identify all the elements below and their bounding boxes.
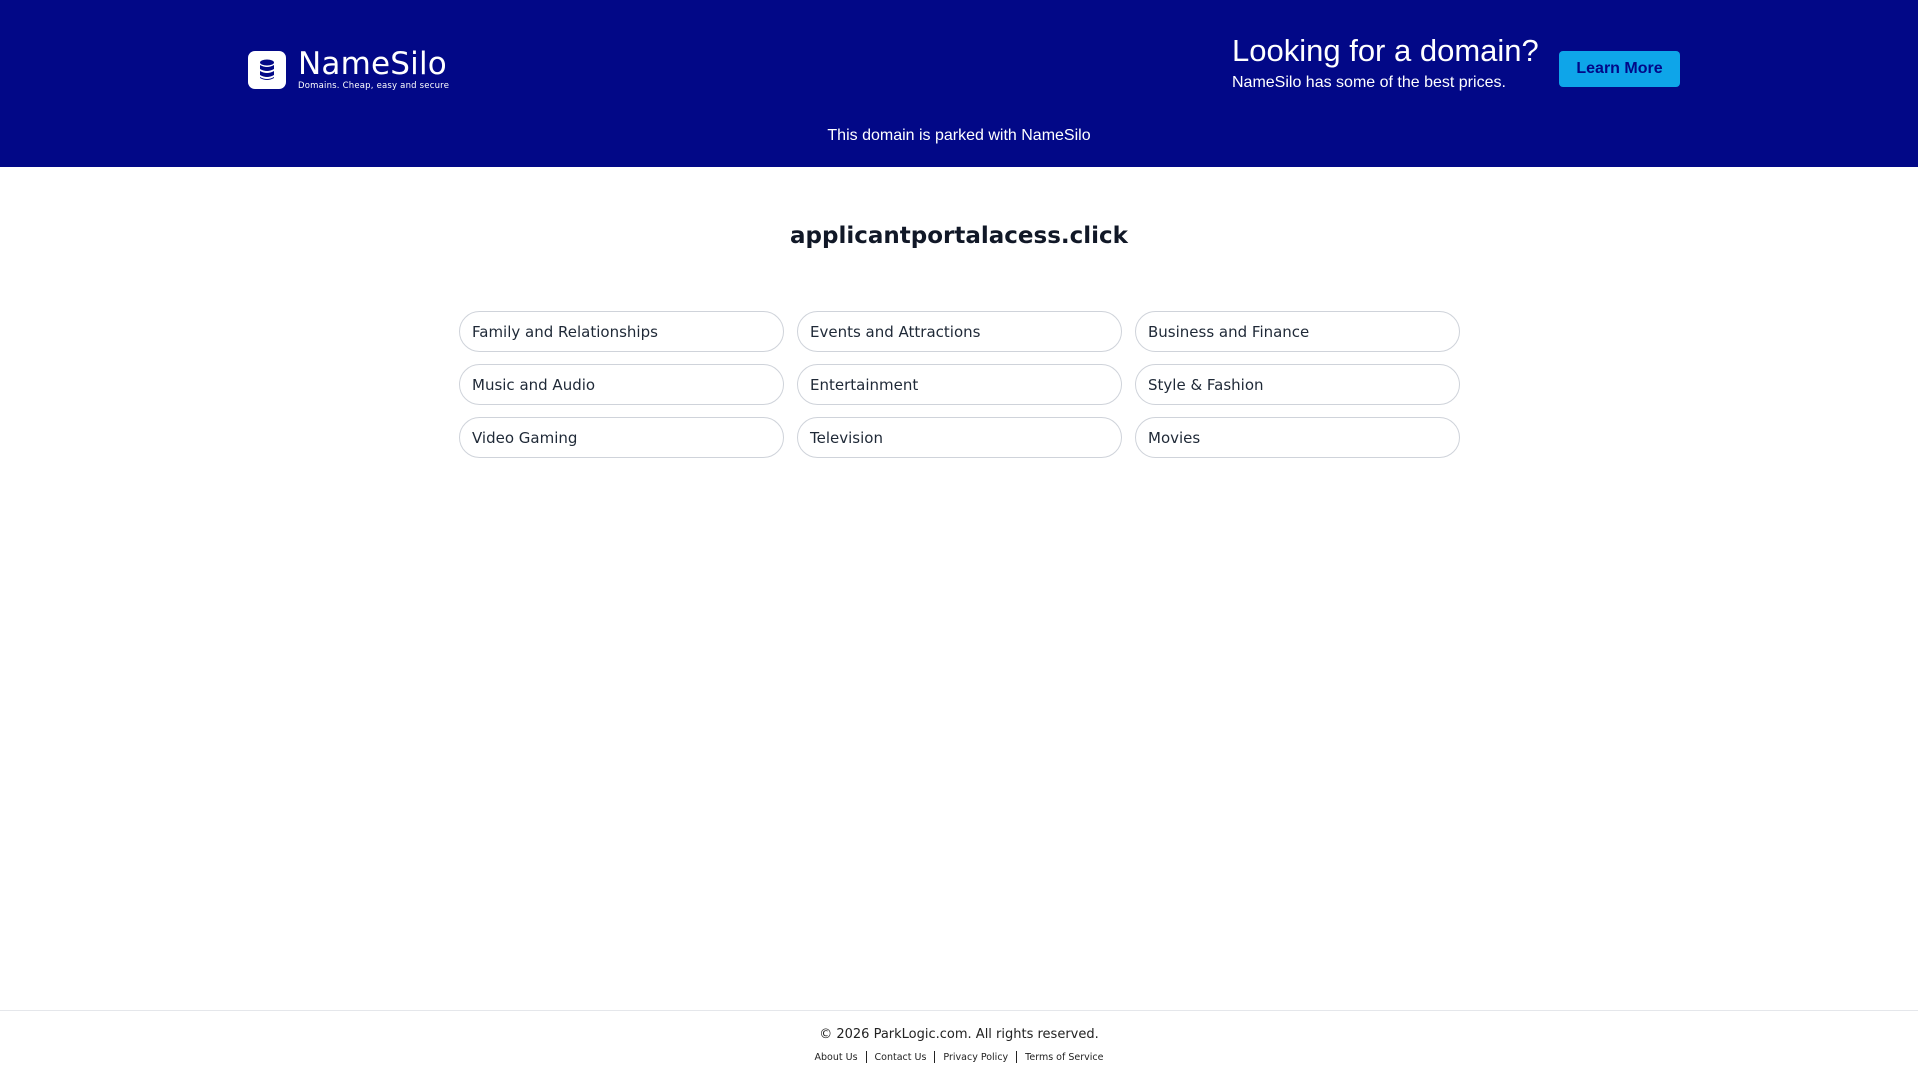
category-link[interactable]: Style & Fashion bbox=[1135, 364, 1460, 405]
category-link[interactable]: Events and Attractions bbox=[797, 311, 1122, 352]
category-link[interactable]: Movies bbox=[1135, 417, 1460, 458]
header-banner: NameSilo Domains. Cheap, easy and secure… bbox=[0, 0, 1918, 167]
category-link[interactable]: Entertainment bbox=[797, 364, 1122, 405]
parked-message: This domain is parked with NameSilo bbox=[827, 127, 1091, 144]
namesilo-logo[interactable]: NameSilo Domains. Cheap, easy and secure bbox=[248, 48, 449, 91]
category-link[interactable]: Music and Audio bbox=[459, 364, 784, 405]
footer-links: About Us Contact Us Privacy Policy Terms… bbox=[0, 1051, 1918, 1063]
promo-block: Looking for a domain? NameSilo has some … bbox=[1232, 33, 1539, 93]
logo-name: NameSilo bbox=[298, 46, 447, 82]
learn-more-button[interactable]: Learn More bbox=[1559, 51, 1680, 87]
promo-title: Looking for a domain? bbox=[1232, 33, 1539, 68]
category-grid: Family and Relationships Events and Attr… bbox=[459, 311, 1460, 458]
category-link[interactable]: Video Gaming bbox=[459, 417, 784, 458]
copyright-text: © 2026 ParkLogic.com. All rights reserve… bbox=[819, 1027, 1099, 1042]
footer: © 2026 ParkLogic.com. All rights reserve… bbox=[0, 1010, 1918, 1079]
category-link[interactable]: Family and Relationships bbox=[459, 311, 784, 352]
promo-subtitle: NameSilo has some of the best prices. bbox=[1232, 74, 1506, 91]
terms-of-service-link[interactable]: Terms of Service bbox=[1017, 1052, 1111, 1063]
privacy-policy-link[interactable]: Privacy Policy bbox=[935, 1052, 1016, 1063]
contact-us-link[interactable]: Contact Us bbox=[867, 1052, 935, 1063]
database-icon bbox=[248, 50, 286, 89]
category-link[interactable]: Television bbox=[797, 417, 1122, 458]
logo-tagline: Domains. Cheap, easy and secure bbox=[298, 81, 450, 91]
about-us-link[interactable]: About Us bbox=[807, 1052, 866, 1063]
category-link[interactable]: Business and Finance bbox=[1135, 311, 1460, 352]
domain-title: applicantportalacess.click bbox=[790, 223, 1128, 249]
